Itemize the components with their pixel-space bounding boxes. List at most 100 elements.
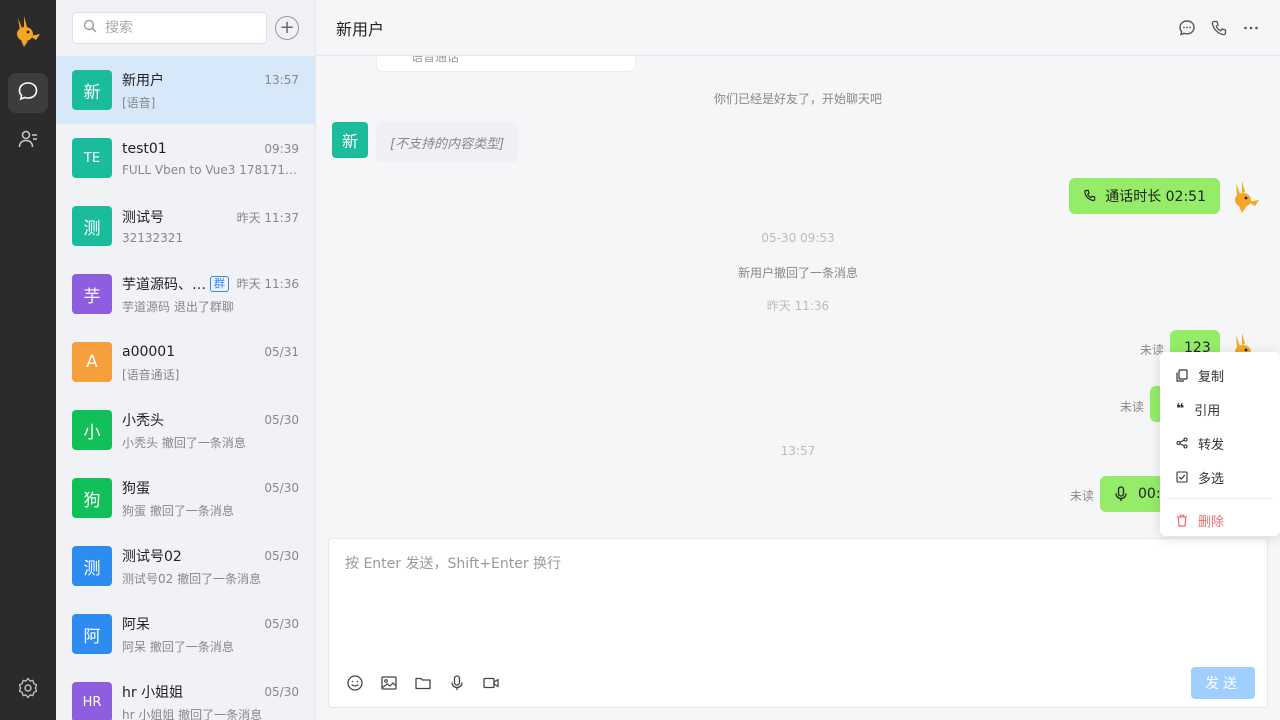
microphone-icon — [1114, 486, 1128, 502]
chat-header: 新用户 — [316, 0, 1280, 56]
previous-message-text: 语音通话 — [411, 56, 460, 64]
menu-forward[interactable]: 转发 — [1160, 426, 1280, 460]
send-button[interactable]: 发送 — [1191, 667, 1255, 699]
menu-multi-select[interactable]: 多选 — [1160, 460, 1280, 494]
self-avatar[interactable] — [1228, 178, 1264, 214]
conversation-name: test01 — [122, 141, 167, 157]
microphone-icon[interactable] — [447, 673, 467, 693]
emoji-icon[interactable] — [345, 673, 365, 693]
conversation-avatar: A — [72, 342, 112, 382]
search-box[interactable] — [72, 12, 267, 44]
nav-contacts-button[interactable] — [8, 121, 48, 161]
phone-icon[interactable] — [1210, 19, 1228, 37]
trash-icon — [1176, 514, 1188, 527]
conversation-last-message: 阿呆 撤回了一条消息 — [122, 639, 234, 654]
chat-bubble-icon — [17, 80, 39, 106]
search-input[interactable] — [105, 20, 255, 36]
conversation-time: 09:39 — [264, 142, 299, 156]
settings-gear-icon[interactable] — [16, 676, 40, 700]
conversation-last-message: FULL Vben to Vue3 17817143… — [122, 163, 299, 177]
conversation-time: 05/31 — [264, 344, 299, 359]
conversation-name: 小秃头 — [122, 412, 164, 429]
conversation-body: hr 小姐姐 05/30 hr 小姐姐 撤回了一条消息 — [122, 682, 299, 720]
conversation-item[interactable]: 小小秃头 05/30 小秃头 撤回了一条消息 — [56, 396, 315, 464]
conversation-name: 新用户 — [122, 72, 164, 89]
conversation-time: 05/30 — [264, 548, 299, 563]
menu-delete[interactable]: 删除 — [1160, 503, 1280, 537]
conversation-avatar: TE — [72, 138, 112, 178]
conversation-avatar: HR — [72, 682, 112, 720]
unread-label-2: 未读 — [1119, 400, 1144, 414]
share-icon — [1176, 437, 1188, 449]
conversation-time: 05/30 — [264, 616, 299, 631]
conversation-body: test01 09:39 FULL Vben to Vue3 17817143… — [122, 139, 299, 177]
conversation-body: 测试号02 05/30 测试号02 撤回了一条消息 — [122, 546, 299, 587]
message-input[interactable] — [329, 539, 1267, 659]
menu-divider — [1166, 498, 1274, 499]
conversation-item[interactable]: 芋芋道源码、… 群昨天 11:36 芋道源码 退出了群聊 — [56, 260, 315, 328]
conversation-time: 05/30 — [264, 684, 299, 699]
menu-copy-label: 复制 — [1198, 369, 1225, 385]
conversation-last-message: 测试号02 撤回了一条消息 — [122, 571, 262, 586]
contacts-icon — [17, 128, 39, 154]
copy-icon — [1176, 368, 1188, 382]
conversation-name: 芋道源码、… — [122, 276, 206, 293]
conversation-top-row: 芋道源码、… 群昨天 11:36 — [122, 274, 299, 294]
conversation-last-message: 狗蛋 撤回了一条消息 — [122, 503, 234, 518]
folder-icon[interactable] — [413, 673, 433, 693]
conversation-top-row: test01 09:39 — [122, 139, 299, 159]
message-list: 语音通话 你们已经是好友了，开始聊天吧 新 [不支持的内容类型] 通话时长 02… — [316, 56, 1280, 526]
video-icon[interactable] — [481, 673, 501, 693]
conversation-last-message: hr 小姐姐 撤回了一条消息 — [122, 707, 263, 720]
conversation-body: 阿呆 05/30 阿呆 撤回了一条消息 — [122, 614, 299, 655]
conversation-top-row: a00001 05/31 — [122, 342, 299, 362]
phone-call-icon — [1083, 189, 1097, 203]
conversation-avatar: 芋 — [72, 274, 112, 314]
timestamp-3: 13:57 — [780, 444, 816, 458]
conversation-item[interactable]: Aa00001 05/31 [语音通话] — [56, 328, 315, 396]
message-context-menu: 复制 ❝ 引用 转发 多选 删除 — [1160, 352, 1280, 536]
chat-window: 新用户 语音通话 你们已经是好友了，开始聊天吧 新 [不支持的内容类型] 通话时… — [316, 0, 1280, 720]
conversation-top-row: 测试号 昨天 11:37 — [122, 207, 299, 227]
more-icon[interactable] — [1242, 19, 1260, 37]
conversation-time: 昨天 11:37 — [236, 210, 299, 225]
call-duration-message[interactable]: 通话时长 02:51 — [1069, 178, 1220, 214]
conversation-avatar: 测 — [72, 206, 112, 246]
conversation-top-row: 小秃头 05/30 — [122, 410, 299, 430]
peer-avatar[interactable]: 新 — [332, 122, 368, 158]
group-badge: 群 — [210, 275, 229, 292]
conversation-item[interactable]: 阿阿呆 05/30 阿呆 撤回了一条消息 — [56, 600, 315, 668]
menu-quote-label: 引用 — [1194, 403, 1221, 419]
conversation-item[interactable]: HR hr 小姐姐 05/30 hr 小姐姐 撤回了一条消息 — [56, 668, 315, 720]
conversation-name: a00001 — [122, 343, 176, 360]
conversation-avatar: 测 — [72, 546, 112, 586]
chat-title: 新用户 — [336, 19, 385, 39]
conversation-time: 13:57 — [264, 72, 299, 87]
add-conversation-button[interactable]: + — [275, 16, 299, 40]
menu-copy[interactable]: 复制 — [1160, 358, 1280, 392]
conversation-item[interactable]: TE test01 09:39 FULL Vben to Vue3 17817143… — [56, 124, 315, 192]
app-logo-icon — [12, 14, 44, 48]
conversation-last-message: 32132321 — [122, 231, 184, 245]
image-icon[interactable] — [379, 673, 399, 693]
conversation-item[interactable]: 测测试号 昨天 11:37 32132321 — [56, 192, 315, 260]
left-rail — [0, 0, 56, 720]
plus-icon: + — [279, 17, 295, 38]
message-icon[interactable] — [1178, 19, 1196, 37]
conversation-item[interactable]: 测测试号02 05/30 测试号02 撤回了一条消息 — [56, 532, 315, 600]
checkbox-icon — [1176, 471, 1188, 483]
recall-notice: 新用户撤回了一条消息 — [737, 266, 858, 280]
unsupported-message[interactable]: [不支持的内容类型] — [376, 122, 519, 162]
nav-chat-button[interactable] — [8, 73, 48, 113]
conversation-name: 测试号02 — [122, 548, 182, 565]
conversation-name: 测试号 — [122, 210, 164, 226]
menu-quote[interactable]: ❝ 引用 — [1160, 392, 1280, 426]
menu-forward-label: 转发 — [1198, 437, 1225, 453]
conversation-body: 新用户 13:57 [语音] — [122, 70, 299, 111]
conversation-item[interactable]: 狗狗蛋 05/30 狗蛋 撤回了一条消息 — [56, 464, 315, 532]
call-duration-text: 通话时长 02:51 — [1105, 189, 1206, 205]
conversation-item[interactable]: 新新用户 13:57 [语音] — [56, 56, 315, 124]
voice-duration-text: 00: — [1138, 486, 1161, 502]
conversation-last-message: [语音通话] — [122, 367, 180, 382]
conversation-top-row: 测试号02 05/30 — [122, 546, 299, 566]
